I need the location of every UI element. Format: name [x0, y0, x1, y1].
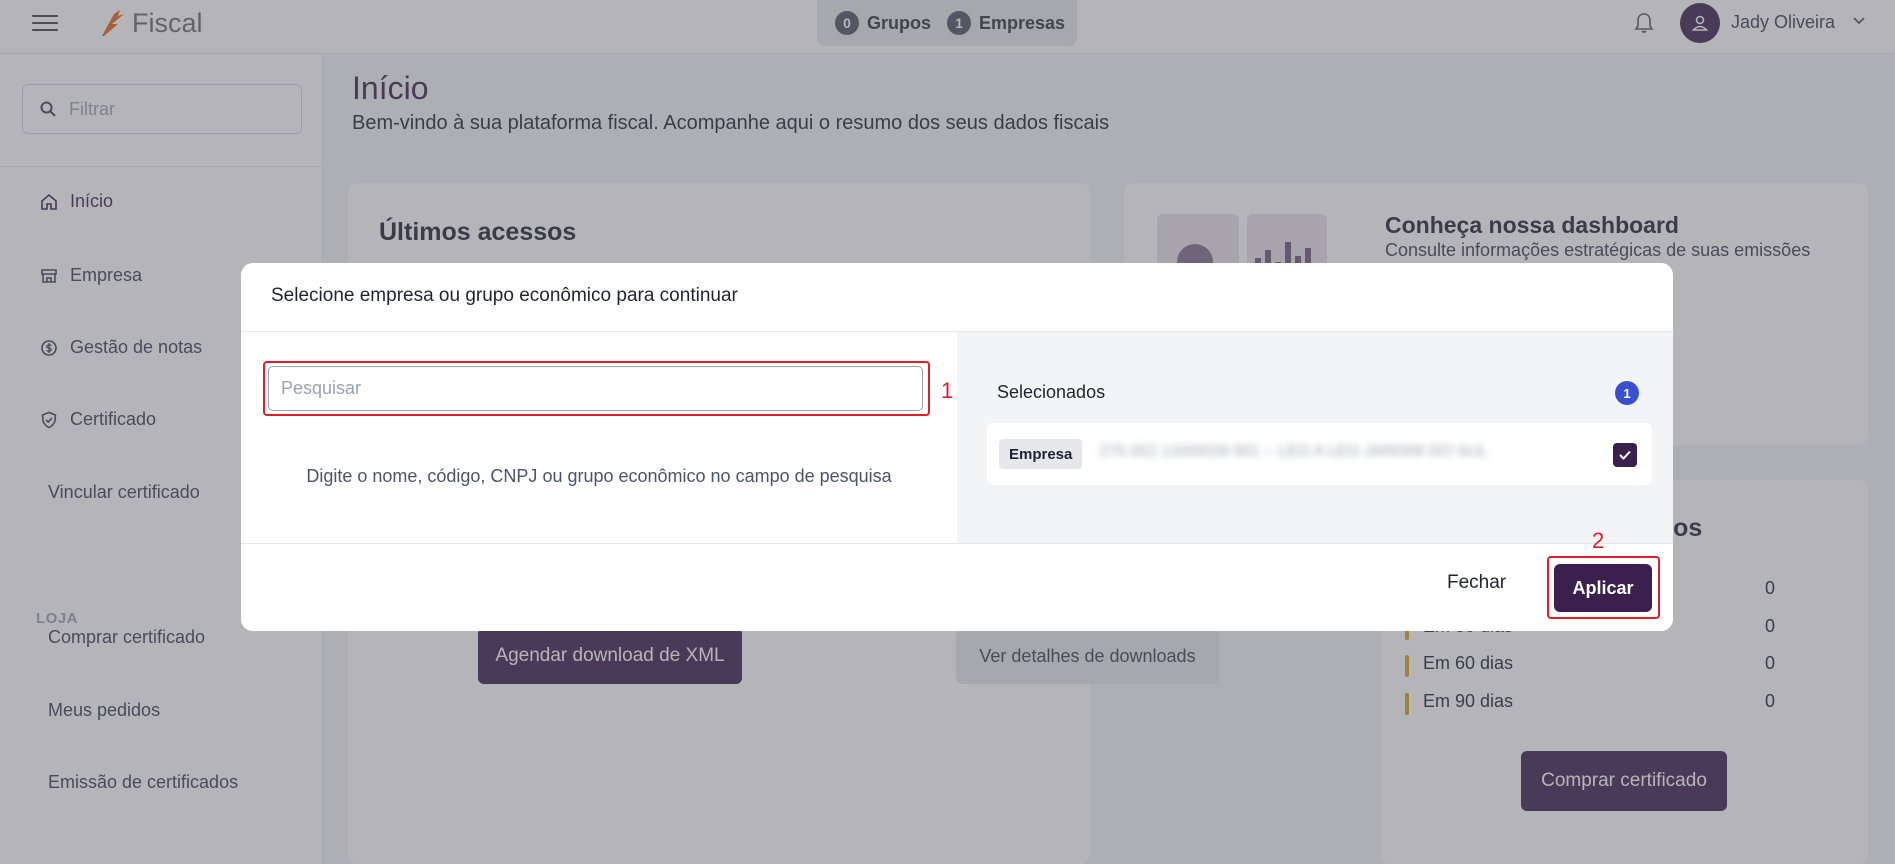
modal-header: Selecione empresa ou grupo econômico par… — [241, 263, 1673, 332]
search-hint: Digite o nome, código, CNPJ ou grupo eco… — [306, 466, 892, 486]
company-name-blurred: 275.552.133/0028-901 – LEO A LEO JARDIM … — [1099, 443, 1488, 460]
type-tag: Empresa — [999, 439, 1083, 469]
modal-footer: Fechar 2 Aplicar — [241, 528, 1673, 631]
selected-checkbox[interactable] — [1613, 443, 1637, 467]
close-button[interactable]: Fechar — [1447, 572, 1506, 594]
selected-panel: Selecionados 1 Empresa 275.552.133/0028-… — [957, 332, 1673, 543]
annotation-number-2: 2 — [1592, 528, 1605, 553]
search-panel: 1 Digite o nome, código, CNPJ ou grupo e… — [241, 332, 957, 543]
selected-count-badge: 1 — [1615, 381, 1639, 405]
search-input[interactable] — [268, 366, 923, 411]
selected-label: Selecionados — [997, 382, 1106, 402]
selected-item-row[interactable]: Empresa 275.552.133/0028-901 – LEO A LEO… — [987, 423, 1652, 485]
select-company-modal: Selecione empresa ou grupo econômico par… — [241, 263, 1673, 631]
checkmark-icon — [1619, 450, 1631, 460]
modal-title: Selecione empresa ou grupo econômico par… — [271, 285, 738, 306]
apply-button[interactable]: Aplicar — [1554, 564, 1652, 612]
annotation-number-1: 1 — [941, 378, 954, 403]
